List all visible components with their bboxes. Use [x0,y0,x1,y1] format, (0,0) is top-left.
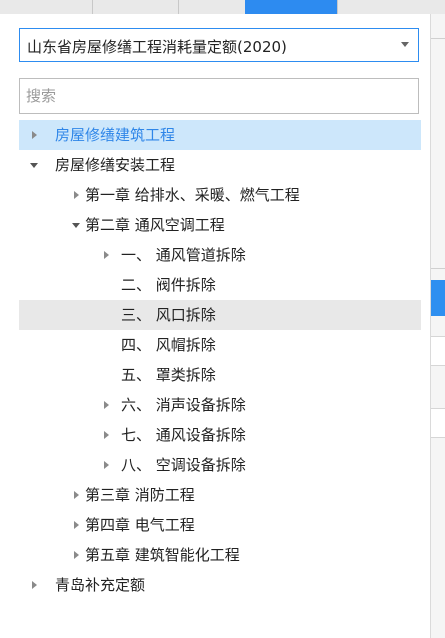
tree-node-label: 二、 阀件拆除 [121,276,216,294]
expand-down-arrow-icon[interactable] [70,210,84,240]
right-panel-cell [431,408,445,438]
search-input[interactable] [19,78,419,114]
tree-node-label: 青岛补充定额 [55,576,146,594]
right-panel-cell [431,336,445,366]
collapse-right-arrow-icon[interactable] [100,240,114,270]
tree-node[interactable]: 房屋修缮建筑工程 [19,120,421,150]
tree-node-label: 房屋修缮安装工程 [55,156,176,174]
tab-partial-2[interactable] [92,0,179,14]
quota-library-dropdown[interactable]: 山东省房屋修缮工程消耗量定额(2020) [19,28,419,62]
chevron-down-icon[interactable] [401,42,409,47]
chapter-tree: 房屋修缮建筑工程 房屋修缮安装工程第一章 给排水、采暖、燃气工程 第二章 通风空调工… [19,120,421,600]
collapse-right-arrow-icon[interactable] [100,390,114,420]
tree-node[interactable]: 第三章 消防工程 [19,480,421,510]
collapse-right-arrow-icon[interactable] [28,570,42,600]
top-tab-strip [0,0,445,14]
tree-node-label: 五、 罩类拆除 [121,366,216,384]
collapse-right-arrow-icon[interactable] [70,540,84,570]
tree-node[interactable]: 青岛补充定额 [19,570,421,600]
tab-partial-4[interactable] [365,0,445,14]
tree-node[interactable]: 八、 空调设备拆除 [19,450,421,480]
tree-node[interactable]: 一、 通风管道拆除 [19,240,421,270]
tree-node[interactable]: 五、 罩类拆除 [19,360,421,390]
tree-node[interactable]: 三、 风口拆除 [19,300,421,330]
tree-node-label: 七、 通风设备拆除 [121,426,246,444]
tree-node[interactable]: 二、 阀件拆除 [19,270,421,300]
expand-down-arrow-icon[interactable] [28,150,42,180]
tree-node[interactable]: 第四章 电气工程 [19,510,421,540]
tab-partial-1[interactable] [0,0,93,14]
tree-node-label: 第二章 通风空调工程 [85,216,225,234]
tree-node[interactable]: 房屋修缮安装工程 [19,150,421,180]
tree-node-label: 六、 消声设备拆除 [121,396,246,414]
right-panel-edge [430,14,445,638]
tree-node-label: 三、 风口拆除 [121,306,216,324]
collapse-right-arrow-icon[interactable] [100,420,114,450]
tree-node[interactable]: 第二章 通风空调工程 [19,210,421,240]
collapse-right-arrow-icon[interactable] [70,180,84,210]
tree-node[interactable]: 第五章 建筑智能化工程 [19,540,421,570]
tree-node-label: 四、 风帽拆除 [121,336,216,354]
tab-partial-active[interactable] [245,0,338,14]
tree-node-label: 一、 通风管道拆除 [121,246,246,264]
right-panel-divider [431,268,445,269]
collapse-right-arrow-icon[interactable] [70,480,84,510]
tree-node[interactable]: 七、 通风设备拆除 [19,420,421,450]
tree-node-label: 第四章 电气工程 [85,516,195,534]
tree-node-label: 第五章 建筑智能化工程 [85,546,240,564]
tree-node-label: 第三章 消防工程 [85,486,195,504]
collapse-right-arrow-icon[interactable] [100,450,114,480]
tree-node[interactable]: 六、 消声设备拆除 [19,390,421,420]
right-panel-divider [431,38,445,39]
collapse-right-arrow-icon[interactable] [70,510,84,540]
tree-node-label: 房屋修缮建筑工程 [55,126,176,144]
tree-node-label: 八、 空调设备拆除 [121,456,246,474]
collapse-right-arrow-icon[interactable] [28,120,42,150]
right-panel-active-header [431,280,445,316]
tree-node[interactable]: 四、 风帽拆除 [19,330,421,360]
tree-node-label: 第一章 给排水、采暖、燃气工程 [85,186,300,204]
dropdown-selected-value: 山东省房屋修缮工程消耗量定额(2020) [27,38,287,56]
tree-node[interactable]: 第一章 给排水、采暖、燃气工程 [19,180,421,210]
